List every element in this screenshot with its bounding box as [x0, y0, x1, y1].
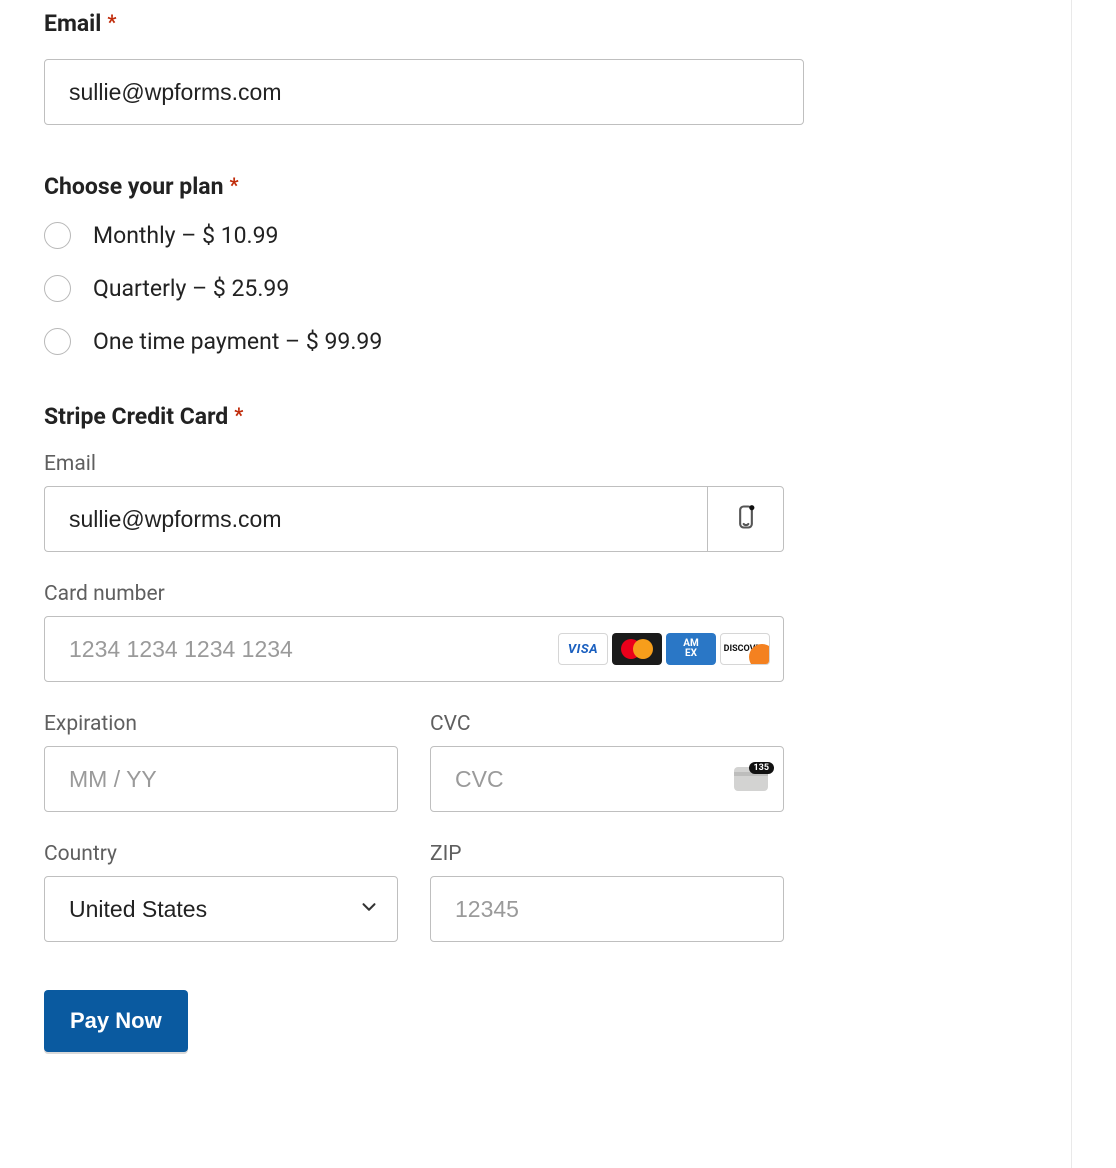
- email-label: Email *: [44, 10, 804, 37]
- zip-input[interactable]: [430, 876, 784, 942]
- stripe-section-label: Stripe Credit Card *: [44, 403, 804, 430]
- stripe-email-input[interactable]: [44, 486, 707, 552]
- zip-col: ZIP: [430, 842, 784, 942]
- plan-label: Choose your plan *: [44, 173, 804, 200]
- required-mark: *: [234, 405, 243, 425]
- plan-field-block: Choose your plan * Monthly – $ 10.99 Qua…: [44, 173, 804, 355]
- zip-label: ZIP: [430, 842, 784, 866]
- expiration-col: Expiration: [44, 712, 398, 812]
- expiration-label: Expiration: [44, 712, 398, 736]
- radio-icon: [44, 328, 71, 355]
- cvc-hint-number: 135: [749, 762, 775, 774]
- country-col: Country: [44, 842, 398, 942]
- required-mark: *: [107, 12, 116, 32]
- card-brand-icons: VISA AMEX DISCOVER: [558, 633, 770, 665]
- cvc-input[interactable]: [430, 746, 784, 812]
- cvc-label: CVC: [430, 712, 784, 736]
- country-label: Country: [44, 842, 398, 866]
- radio-icon: [44, 222, 71, 249]
- plan-option-label: Quarterly – $ 25.99: [93, 275, 289, 302]
- pay-now-button[interactable]: Pay Now: [44, 990, 188, 1052]
- mobile-autofill-icon: [732, 503, 760, 535]
- plan-option-quarterly[interactable]: Quarterly – $ 25.99: [44, 275, 804, 302]
- plan-label-text: Choose your plan: [44, 173, 224, 200]
- mastercard-icon: [612, 633, 662, 665]
- card-number-wrap: VISA AMEX DISCOVER: [44, 616, 784, 682]
- stripe-email-wrap: [44, 486, 784, 552]
- expiration-input[interactable]: [44, 746, 398, 812]
- stripe-email-label: Email: [44, 452, 804, 476]
- card-number-row: Card number VISA AMEX DISCOVER: [44, 582, 804, 682]
- plan-option-onetime[interactable]: One time payment – $ 99.99: [44, 328, 804, 355]
- email-label-text: Email: [44, 10, 101, 37]
- plan-radio-group: Monthly – $ 10.99 Quarterly – $ 25.99 On…: [44, 222, 804, 355]
- email-input[interactable]: [44, 59, 804, 125]
- plan-option-monthly[interactable]: Monthly – $ 10.99: [44, 222, 804, 249]
- country-zip-row: Country ZIP: [44, 842, 784, 942]
- radio-icon: [44, 275, 71, 302]
- visa-icon: VISA: [558, 633, 608, 665]
- stripe-section-label-text: Stripe Credit Card: [44, 403, 228, 430]
- plan-option-label: One time payment – $ 99.99: [93, 328, 382, 355]
- stripe-section: Stripe Credit Card * Email: [44, 403, 804, 942]
- amex-icon: AMEX: [666, 633, 716, 665]
- stripe-email-row: Email: [44, 452, 804, 552]
- required-mark: *: [230, 175, 239, 195]
- discover-icon: DISCOVER: [720, 633, 770, 665]
- email-field-block: Email *: [44, 10, 804, 125]
- card-number-label: Card number: [44, 582, 804, 606]
- cvc-hint-icon: 135: [734, 767, 768, 791]
- exp-cvc-row: Expiration CVC 135: [44, 712, 784, 812]
- plan-option-label: Monthly – $ 10.99: [93, 222, 278, 249]
- country-select[interactable]: [44, 876, 398, 942]
- cvc-col: CVC 135: [430, 712, 784, 812]
- autofill-button[interactable]: [707, 486, 784, 552]
